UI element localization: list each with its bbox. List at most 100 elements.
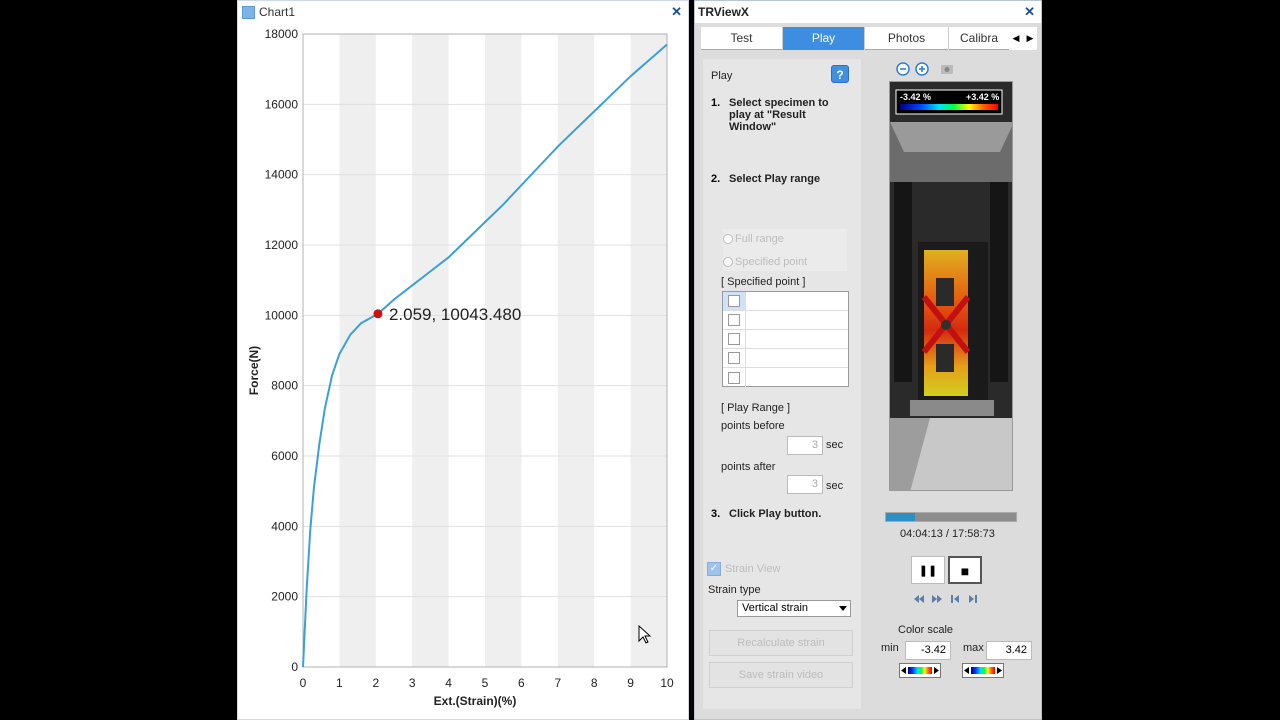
range-radio-group: Full range Specified point [723, 229, 847, 271]
row-checkbox[interactable] [728, 333, 740, 345]
step2-number: 2. [711, 173, 721, 185]
y-tick-label: 18000 [265, 27, 299, 41]
points-after-input[interactable]: 3 [787, 475, 823, 494]
strain-view-label: Strain View [725, 563, 781, 575]
sec-label: sec [826, 480, 844, 492]
grid-row[interactable] [723, 292, 848, 311]
strain-type-select[interactable]: Vertical strain [737, 600, 851, 617]
recalculate-strain-button[interactable]: Recalculate strain [709, 630, 853, 656]
grid-row[interactable] [723, 349, 848, 368]
grid-band [412, 34, 449, 667]
points-before-input[interactable]: 3 [787, 436, 823, 455]
pause-icon: ❚❚ [918, 565, 938, 577]
max-label: max [963, 642, 984, 654]
step1-number: 1. [711, 97, 721, 109]
row-checkbox[interactable] [728, 371, 740, 384]
check-icon: ✓ [707, 562, 721, 576]
x-axis-label: Ext.(Strain)(%) [434, 694, 517, 708]
specimen-video[interactable]: -3.42 % +3.42 % [889, 81, 1013, 491]
chart-titlebar: Chart1 ✕ [238, 1, 688, 23]
points-before-label: points before [721, 420, 785, 432]
row-checkbox[interactable] [728, 314, 740, 326]
grid-band [339, 34, 376, 667]
play-range-label: [ Play Range ] [721, 402, 791, 414]
x-tick-label: 1 [336, 676, 343, 690]
y-axis-label: Force(N) [247, 346, 261, 395]
sec-label: sec [826, 439, 844, 451]
zoom-in-icon[interactable] [915, 62, 929, 76]
x-tick-label: 5 [482, 676, 489, 690]
chart-close-icon[interactable]: ✕ [671, 4, 682, 20]
min-label: min [881, 642, 899, 654]
video-panel: -3.42 % +3.42 % 04:04:13 / 17:58:73 ❚❚ ■… [867, 59, 1037, 709]
x-tick-label: 10 [660, 676, 674, 690]
tab-test[interactable]: Test [701, 27, 783, 50]
color-scale-max-input[interactable]: 3.42 [986, 641, 1032, 660]
forward-icon[interactable] [932, 595, 942, 603]
camera-icon[interactable] [941, 65, 953, 74]
tab-play[interactable]: Play [783, 27, 865, 50]
radio-icon [723, 234, 733, 244]
grid-band [630, 34, 667, 667]
radio-specified-point[interactable]: Specified point [723, 256, 807, 268]
step1-text: Select specimen to play at "Result Windo… [729, 97, 829, 133]
marker-point[interactable] [373, 309, 383, 319]
play-heading: Play [711, 70, 733, 82]
color-bar-icon [964, 667, 1002, 674]
color-scale-min-button[interactable] [899, 663, 941, 678]
stop-button[interactable]: ■ [948, 556, 982, 584]
force-strain-chart[interactable]: 0 1 2 3 4 5 6 7 8 9 10 0 2000 4000 6000 8000 10000 12000 1… [238, 23, 688, 719]
marker-label: 2.059, 10043.480 [389, 305, 521, 324]
color-scale-max-button[interactable] [962, 663, 1004, 678]
zoom-out-icon[interactable] [896, 62, 910, 76]
stop-icon: ■ [960, 563, 970, 579]
radio-full-range[interactable]: Full range [723, 233, 784, 245]
tab-photos[interactable]: Photos [865, 27, 949, 50]
row-checkbox[interactable] [728, 295, 740, 307]
y-tick-label: 14000 [265, 168, 299, 182]
x-tick-label: 3 [409, 676, 416, 690]
chevron-right-icon[interactable]: ▶ [1027, 33, 1034, 44]
specified-point-grid[interactable] [722, 291, 849, 387]
trview-window-title: TRViewX [698, 5, 749, 19]
color-scale-min-input[interactable]: -3.42 [905, 641, 951, 660]
x-tick-label: 6 [518, 676, 525, 690]
y-tick-label: 10000 [265, 308, 299, 322]
grid-row[interactable] [723, 330, 848, 349]
y-tick-label: 16000 [265, 97, 299, 111]
rewind-icon[interactable] [914, 595, 924, 603]
playback-progress-fill [886, 513, 915, 521]
y-tick-label: 12000 [265, 238, 299, 252]
save-strain-video-button[interactable]: Save strain video [709, 662, 853, 688]
scale-max-text: +3.42 % [966, 92, 1000, 102]
strain-type-label: Strain type [708, 584, 761, 596]
help-icon[interactable]: ? [831, 65, 849, 83]
step3-number: 3. [711, 508, 721, 520]
chevron-left-icon[interactable]: ◀ [1013, 33, 1020, 44]
x-tick-label: 7 [554, 676, 561, 690]
x-tick-label: 0 [300, 676, 307, 690]
trview-close-icon[interactable]: ✕ [1024, 4, 1035, 20]
strain-map-image [890, 82, 1012, 490]
grid-band [485, 34, 522, 667]
frame-step-controls [914, 595, 977, 603]
play-control-panel: Play ? 1. Select specimen to play at "Re… [703, 59, 861, 709]
step3-text: Click Play button. [729, 508, 822, 520]
step-forward-icon[interactable] [969, 595, 977, 603]
pause-button[interactable]: ❚❚ [911, 556, 945, 584]
playback-progress-bar[interactable] [885, 512, 1017, 522]
specified-point-label: [ Specified point ] [721, 276, 806, 288]
chart-window-icon [242, 5, 255, 19]
tab-bar: Test Play Photos Calibra ◀ ▶ [701, 27, 1037, 50]
y-tick-label: 2000 [271, 590, 298, 604]
grid-row[interactable] [723, 368, 848, 387]
y-tick-label: 6000 [271, 449, 298, 463]
y-tick-label: 8000 [271, 379, 298, 393]
trview-titlebar: TRViewX ✕ [695, 1, 1041, 23]
step-back-icon[interactable] [951, 595, 959, 603]
strain-view-checkbox[interactable]: ✓ Strain View [707, 562, 780, 576]
row-checkbox[interactable] [728, 352, 740, 364]
grid-row[interactable] [723, 311, 848, 330]
tab-calibration[interactable]: Calibra [949, 27, 1009, 50]
points-after-label: points after [721, 461, 776, 473]
